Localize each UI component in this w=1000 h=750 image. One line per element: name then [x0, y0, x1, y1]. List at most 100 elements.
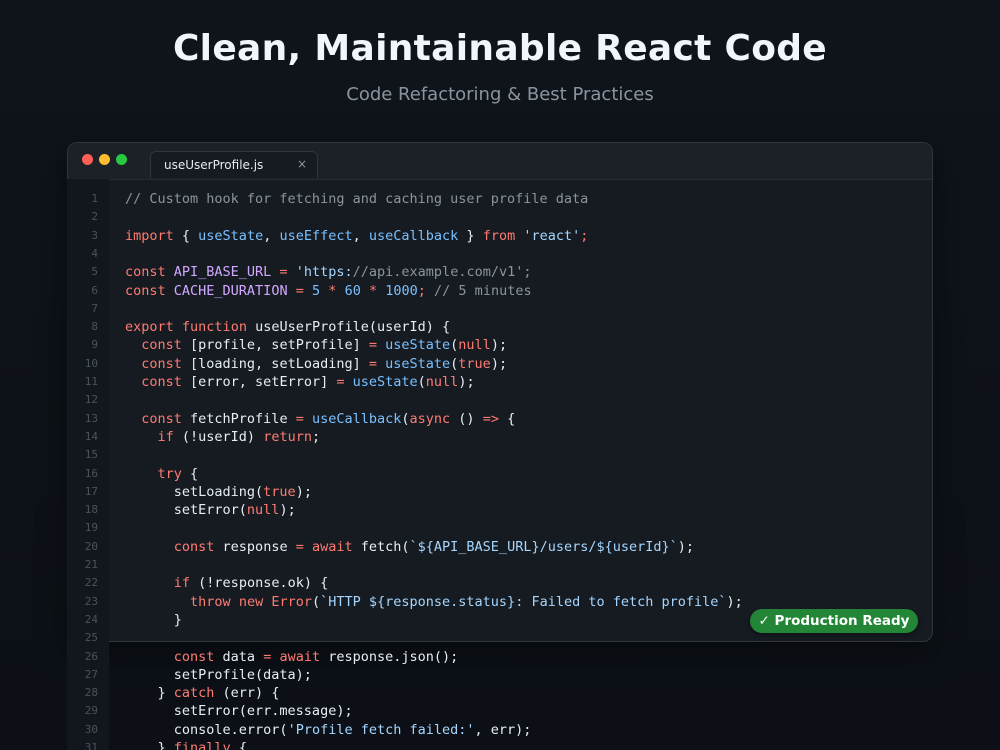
code-text: const CACHE_DURATION = 5 * 60 * 1000; //… [125, 282, 532, 300]
line-number: 6 [91, 283, 98, 297]
code-line: 2 [67, 208, 933, 226]
code-token: // 5 minutes [434, 282, 532, 299]
code-token: true [263, 483, 296, 500]
code-token: ( [401, 410, 410, 427]
code-token: ( [417, 374, 426, 390]
code-text: if (!userId) return; [125, 428, 321, 446]
code-token: = [368, 355, 377, 372]
line-number: 15 [84, 448, 98, 462]
code-token: setLoading( [125, 483, 264, 500]
close-window-button[interactable] [82, 154, 93, 165]
line-number: 17 [84, 484, 98, 498]
code-token: finally [173, 740, 231, 750]
code-editor[interactable]: 1 // Custom hook for fetching and caching… [67, 179, 933, 750]
code-token: null [425, 374, 459, 390]
code-token: response.json(); [320, 648, 459, 665]
tab-useuserprofile[interactable]: useUserProfile.js × [150, 151, 318, 178]
code-line: 6 const CACHE_DURATION = 5 * 60 * 1000; /… [67, 282, 933, 300]
code-text: import { useState, useEffect, useCallbac… [125, 227, 588, 245]
code-line: 14 if (!userId) return; [67, 428, 933, 446]
code-text: try { [125, 465, 199, 483]
line-number: 27 [84, 667, 98, 681]
code-token: ); [677, 538, 695, 555]
code-text: setError(err.message); [125, 702, 353, 720]
code-line: 28 } catch (err) { [67, 684, 933, 702]
code-text: } catch (err) { [125, 684, 280, 702]
line-number: 4 [91, 246, 98, 260]
code-line: 5 const API_BASE_URL = 'https://api.examp… [67, 263, 933, 281]
code-token: data [214, 648, 264, 665]
code-line: 30 console.error('Profile fetch failed:'… [67, 721, 933, 739]
code-token: = [279, 264, 288, 281]
code-line: 17 setLoading(true); [67, 483, 933, 501]
minimize-window-button[interactable] [99, 154, 110, 165]
line-number: 26 [84, 649, 98, 663]
code-line: 21 [67, 556, 933, 574]
code-token: fetchProfile [181, 410, 296, 427]
code-token: from [482, 227, 516, 244]
code-token: API_BASE_URL [173, 264, 272, 281]
code-token: export [125, 319, 174, 336]
code-token: // Custom hook for fetching and caching … [125, 191, 589, 207]
code-token: const [173, 648, 215, 665]
line-number: 21 [84, 558, 98, 571]
close-icon[interactable]: × [297, 157, 307, 171]
code-token: ; [311, 428, 321, 445]
code-line: 8 export function useUserProfile(userId) … [67, 318, 933, 336]
code-token: await [311, 538, 353, 555]
code-line: 22 if (!response.ok) { [67, 574, 933, 592]
code-line: 19 [67, 519, 933, 537]
code-line: 16 try { [67, 465, 933, 483]
line-number: 7 [91, 301, 98, 315]
code-token: ); [458, 374, 475, 390]
code-token: (!response.ok) { [190, 575, 329, 592]
code-token: if [157, 428, 174, 445]
code-text: throw new Error(`HTTP ${response.status}… [125, 593, 743, 611]
code-line: 13 const fetchProfile = useCallback(asyn… [67, 410, 933, 428]
status-badge: ✓ Production Ready [750, 609, 918, 633]
code-token: useCallback [368, 227, 459, 244]
code-token: setError( [125, 502, 247, 519]
code-token: ); [279, 502, 296, 519]
code-text: setError(null); [125, 501, 296, 519]
code-token: useCallback [311, 410, 402, 427]
line-number: 20 [84, 539, 98, 553]
code-token: `HTTP ${response.status}: Failed to fetc… [320, 593, 727, 610]
code-token: 'https: [295, 264, 353, 281]
code-token: 'react' [523, 227, 581, 244]
code-line: 9 const [profile, setProfile] = useState… [67, 336, 933, 354]
line-number: 9 [91, 338, 98, 352]
code-token: 1000 [385, 282, 418, 299]
code-token: function [181, 319, 247, 336]
code-text: setProfile(data); [125, 666, 312, 684]
line-number: 3 [91, 228, 98, 242]
code-token: 'Profile fetch failed:' [287, 721, 475, 738]
code-token: null [246, 502, 280, 519]
code-token: const [141, 374, 182, 390]
page-title: Clean, Maintainable React Code [172, 28, 828, 69]
code-token: const [125, 264, 166, 281]
line-number: 18 [84, 503, 98, 517]
line-number: 11 [84, 375, 98, 388]
code-line: 18 setError(null); [67, 501, 933, 519]
maximize-window-button[interactable] [116, 154, 127, 165]
code-line: 20 const response = await fetch(`${API_B… [67, 538, 933, 556]
code-text: setLoading(true); [125, 483, 312, 501]
code-line: 15 [67, 446, 933, 464]
code-token: = [295, 282, 304, 299]
code-text: console.error('Profile fetch failed:', e… [125, 721, 532, 739]
line-number: 28 [84, 686, 98, 700]
code-token: throw [190, 593, 231, 610]
